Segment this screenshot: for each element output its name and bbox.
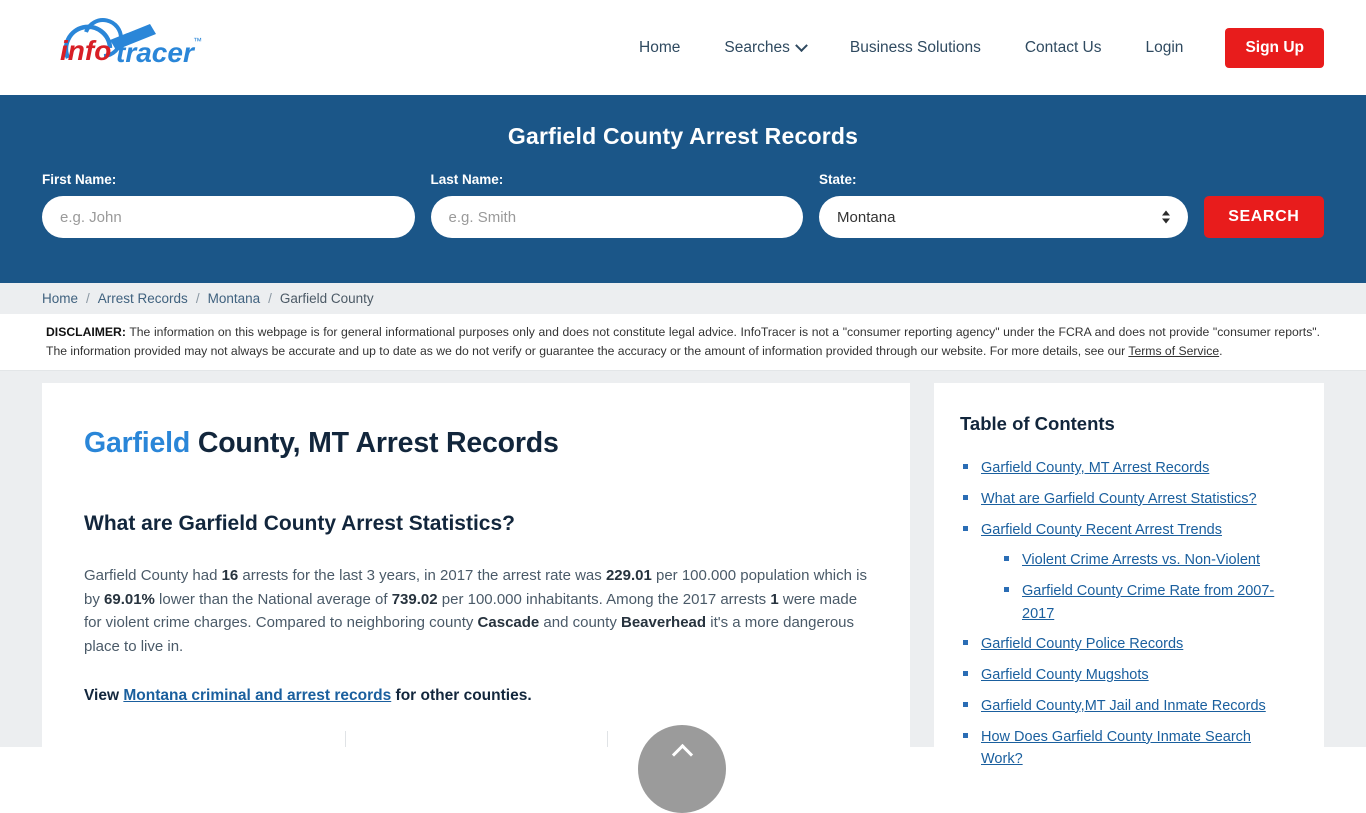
- last-name-input[interactable]: [430, 196, 804, 238]
- feature-cell-trend: [345, 730, 606, 748]
- section-heading-statistics: What are Garfield County Arrest Statisti…: [84, 512, 515, 536]
- chevron-down-icon: [794, 38, 808, 52]
- last-name-group: Last Name:: [430, 172, 804, 238]
- stats-text: arrests for the last 3 years, in 2017 th…: [238, 567, 606, 585]
- nav-item-searches[interactable]: Searches: [702, 38, 827, 57]
- page-body: Garfield County, MT Arrest Records What …: [0, 371, 1366, 767]
- first-name-group: First Name:: [42, 172, 415, 238]
- toc-item: Garfield County,MT Jail and Inmate Recor…: [960, 695, 1294, 718]
- nav-label-home: Home: [639, 39, 681, 56]
- scroll-to-top-button[interactable]: [638, 725, 726, 813]
- toc-subitem: Garfield County Crime Rate from 2007-201…: [1001, 580, 1294, 625]
- nav-label-login: Login: [1145, 39, 1184, 56]
- search-banner: Garfield County Arrest Records First Nam…: [0, 95, 1366, 283]
- banner-title: Garfield County Arrest Records: [507, 123, 859, 149]
- state-select[interactable]: Montana: [819, 196, 1188, 238]
- toc-sublist: Violent Crime Arrests vs. Non-Violent Ga…: [981, 549, 1294, 625]
- stat-neighbor-county-b: Beaverhead: [621, 614, 707, 632]
- feature-icon-strip: [84, 730, 868, 748]
- stats-text: per 100.000 inhabitants. Among the 2017 …: [437, 590, 771, 608]
- disclaimer-label: DISCLAIMER:: [46, 325, 126, 339]
- toc-item: Garfield County Recent Arrest Trends Vio…: [960, 519, 1294, 626]
- state-select-wrapper: Montana: [819, 196, 1188, 238]
- toc-link-police-records[interactable]: Garfield County Police Records: [981, 636, 1183, 652]
- breadcrumb-item-montana[interactable]: Montana: [208, 291, 261, 306]
- view-prefix: View: [84, 686, 124, 704]
- toc-link-crime-rate-2007-2017[interactable]: Garfield County Crime Rate from 2007-201…: [1022, 583, 1274, 622]
- nav-label-contact-us: Contact Us: [1024, 39, 1102, 56]
- toc-item: Garfield County Police Records: [960, 633, 1294, 656]
- stats-text: and county: [539, 614, 621, 632]
- toc-item: Garfield County, MT Arrest Records: [960, 457, 1294, 480]
- main-content-card: Garfield County, MT Arrest Records What …: [42, 383, 910, 748]
- first-name-label: First Name:: [42, 172, 117, 187]
- trending-up-arrow-icon: [440, 743, 512, 747]
- infotracer-logo[interactable]: info tracer ™: [38, 17, 218, 79]
- sign-up-button[interactable]: Sign Up: [1225, 28, 1324, 68]
- handcuffs-icon: [179, 743, 251, 747]
- nav-item-contact-us[interactable]: Contact Us: [1003, 39, 1124, 57]
- toc-list: Garfield County, MT Arrest Records What …: [960, 457, 1294, 771]
- nav-item-home[interactable]: Home: [617, 39, 702, 57]
- toc-link-arrest-records[interactable]: Garfield County, MT Arrest Records: [981, 460, 1209, 476]
- svg-text:info: info: [60, 35, 111, 66]
- toc-link-jail-inmate-records[interactable]: Garfield County,MT Jail and Inmate Recor…: [981, 698, 1266, 714]
- stats-text: Garfield County had: [84, 567, 222, 585]
- page-title-accent: Garfield: [84, 427, 191, 460]
- toc-subitem: Violent Crime Arrests vs. Non-Violent: [1001, 549, 1294, 572]
- state-group: State: Montana: [819, 172, 1188, 238]
- breadcrumb-item-current: Garfield County: [279, 291, 374, 306]
- breadcrumb-item-home[interactable]: Home: [42, 291, 78, 306]
- svg-text:™: ™: [193, 36, 202, 46]
- breadcrumb-item-arrest-records[interactable]: Arrest Records: [98, 291, 188, 306]
- statistics-paragraph: Garfield County had 16 arrests for the l…: [84, 564, 868, 659]
- nav-item-login[interactable]: Login: [1124, 39, 1206, 57]
- main-navigation: Home Searches Business Solutions Contact…: [617, 28, 1324, 68]
- toc-link-arrest-statistics[interactable]: What are Garfield County Arrest Statisti…: [981, 491, 1257, 507]
- state-label: State:: [819, 172, 857, 187]
- nav-item-business-solutions[interactable]: Business Solutions: [828, 39, 1003, 57]
- search-form: First Name: Last Name: State: Montana SE…: [42, 172, 1325, 238]
- stat-arrest-rate: 229.01: [605, 567, 652, 585]
- page-title: Garfield County, MT Arrest Records: [84, 427, 868, 460]
- stat-national-average: 739.02: [391, 590, 438, 608]
- site-header: info tracer ™ Home Searches Business Sol…: [0, 0, 1366, 95]
- page-title-rest: County, MT Arrest Records: [190, 427, 559, 460]
- breadcrumb-separator: /: [268, 291, 272, 306]
- montana-records-link[interactable]: Montana criminal and arrest records: [123, 687, 391, 704]
- table-of-contents: Table of Contents Garfield County, MT Ar…: [934, 383, 1324, 767]
- stat-percent-lower: 69.01%: [104, 590, 155, 608]
- breadcrumb-separator: /: [86, 291, 90, 306]
- toc-link-mugshots[interactable]: Garfield County Mugshots: [981, 667, 1149, 683]
- search-button[interactable]: SEARCH: [1203, 196, 1325, 238]
- toc-item: How Does Garfield County Inmate Search W…: [960, 726, 1294, 771]
- stat-neighbor-county-a: Cascade: [477, 614, 540, 632]
- feature-cell-handcuffs: [84, 731, 345, 747]
- toc-link-inmate-search-work[interactable]: How Does Garfield County Inmate Search W…: [981, 729, 1251, 768]
- nav-label-business-solutions: Business Solutions: [849, 39, 981, 56]
- svg-text:tracer: tracer: [116, 37, 196, 68]
- last-name-label: Last Name:: [430, 172, 504, 187]
- stats-text: lower than the National average of: [154, 590, 392, 608]
- disclaimer-period: .: [1219, 343, 1223, 358]
- toc-title: Table of Contents: [960, 413, 1115, 435]
- view-other-counties-line: View Montana criminal and arrest records…: [84, 687, 868, 705]
- view-suffix: for other counties.: [391, 686, 532, 704]
- breadcrumb: Home / Arrest Records / Montana / Garfie…: [0, 283, 1366, 314]
- chevron-up-icon: [671, 743, 693, 766]
- stat-violent-arrests: 1: [770, 590, 779, 608]
- toc-link-recent-arrest-trends[interactable]: Garfield County Recent Arrest Trends: [981, 522, 1222, 538]
- stat-total-arrests: 16: [221, 567, 239, 585]
- toc-item: Garfield County Mugshots: [960, 664, 1294, 687]
- nav-label-searches: Searches: [724, 39, 790, 56]
- toc-item: What are Garfield County Arrest Statisti…: [960, 488, 1294, 511]
- breadcrumb-separator: /: [195, 291, 200, 306]
- first-name-input[interactable]: [42, 196, 415, 238]
- toc-link-violent-vs-nonviolent[interactable]: Violent Crime Arrests vs. Non-Violent: [1022, 552, 1260, 568]
- terms-of-service-link[interactable]: Terms of Service: [1128, 344, 1219, 358]
- logo-mark-icon: info tracer ™: [60, 17, 202, 68]
- disclaimer-banner: DISCLAIMER: The information on this webp…: [0, 314, 1366, 372]
